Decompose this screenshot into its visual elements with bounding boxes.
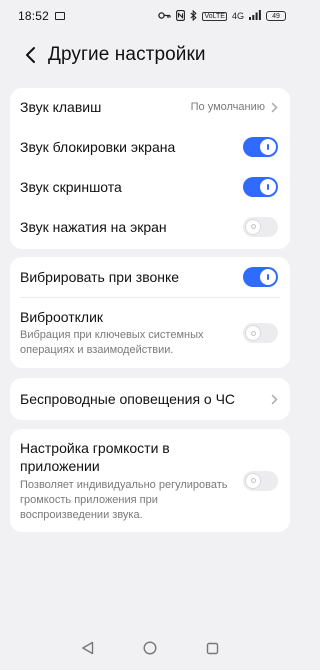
haptic-feedback-description: Вибрация при ключевых системных операция… (20, 328, 204, 356)
nav-recents-button[interactable] (201, 636, 225, 660)
chevron-left-icon (26, 47, 35, 63)
key-sound-value-wrap: По умолчанию (191, 101, 278, 113)
emergency-alerts-card: Беспроводные оповещения о ЧС (10, 378, 290, 420)
app-volume-card: Настройка громкости в приложении Позволя… (10, 429, 290, 532)
toggle-knob (260, 269, 276, 285)
screenshot-sound-label: Звук скриншота (20, 178, 122, 195)
signal-icon (249, 10, 261, 22)
nav-back-button[interactable] (75, 636, 99, 660)
battery-icon: 49 (266, 11, 286, 21)
back-button[interactable] (16, 41, 44, 69)
page-header: Другие настройки (0, 36, 300, 74)
touch-sound-label: Звук нажатия на экран (20, 218, 167, 235)
touch-sound-toggle[interactable] (243, 216, 278, 237)
vibrate-on-call-label: Вибрировать при звонке (20, 269, 180, 285)
app-volume-text: Настройка громкости в приложении Позволя… (20, 439, 230, 523)
lock-screen-sound-row: Звук блокировки экрана (10, 126, 290, 167)
status-right: VoLTE 4G 49 (158, 9, 286, 23)
page-title: Другие настройки (48, 44, 206, 65)
triangle-back-icon (81, 641, 94, 655)
square-recents-icon (206, 642, 219, 654)
network-type-label: 4G (231, 10, 244, 21)
nav-home-button[interactable] (138, 636, 162, 660)
app-volume-label: Настройка громкости в приложении (20, 439, 170, 474)
toggle-knob (260, 138, 276, 155)
status-time: 18:52 (18, 9, 50, 23)
sound-settings-card: Звук клавиш По умолчанию Звук блокировки… (10, 88, 290, 249)
emergency-alerts-row[interactable]: Беспроводные оповещения о ЧС (10, 378, 290, 420)
status-bar: 18:52 VoLTE 4G 49 (0, 0, 300, 32)
key-sound-value: По умолчанию (190, 101, 265, 113)
status-left: 18:52 (18, 9, 66, 23)
lock-screen-sound-label: Звук блокировки экрана (20, 138, 176, 155)
haptic-feedback-text: Виброотклик Вибрация при ключевых систем… (20, 309, 240, 358)
toggle-knob (260, 178, 276, 195)
haptic-feedback-toggle[interactable] (243, 323, 278, 343)
toggle-knob (245, 218, 261, 235)
key-sound-row[interactable]: Звук клавиш По умолчанию (10, 88, 290, 126)
haptic-feedback-label: Виброотклик (20, 308, 104, 325)
toggle-knob (245, 325, 261, 341)
key-sound-label: Звук клавиш (20, 99, 102, 115)
screenshot-sound-row: Звук скриншота (10, 167, 290, 206)
emergency-alerts-label: Беспроводные оповещения о ЧС (20, 391, 236, 407)
toggle-knob (245, 472, 261, 489)
navigation-bar (0, 626, 300, 670)
mail-notification-icon (55, 12, 66, 20)
vibrate-on-call-toggle[interactable] (243, 267, 278, 287)
chevron-right-icon (271, 102, 278, 112)
app-volume-row: Настройка громкости в приложении Позволя… (10, 429, 290, 532)
bluetooth-icon (190, 9, 198, 23)
app-volume-toggle[interactable] (243, 470, 278, 491)
circle-home-icon (143, 641, 157, 655)
vibrate-on-call-row: Вибрировать при звонке (10, 257, 290, 297)
lock-screen-sound-toggle[interactable] (243, 136, 278, 157)
haptic-feedback-row: Виброотклик Вибрация при ключевых систем… (10, 298, 290, 368)
touch-sound-row: Звук нажатия на экран (10, 206, 290, 247)
key-icon (158, 11, 172, 22)
screenshot-sound-toggle[interactable] (243, 176, 278, 197)
nfc-icon (176, 9, 186, 23)
chevron-right-icon (271, 394, 278, 404)
volte-indicator: VoLTE (202, 11, 227, 21)
vibration-settings-card: Вибрировать при звонке Виброотклик Вибра… (10, 257, 290, 368)
app-volume-description: Позволяет индивидуально регулировать гро… (20, 478, 228, 521)
